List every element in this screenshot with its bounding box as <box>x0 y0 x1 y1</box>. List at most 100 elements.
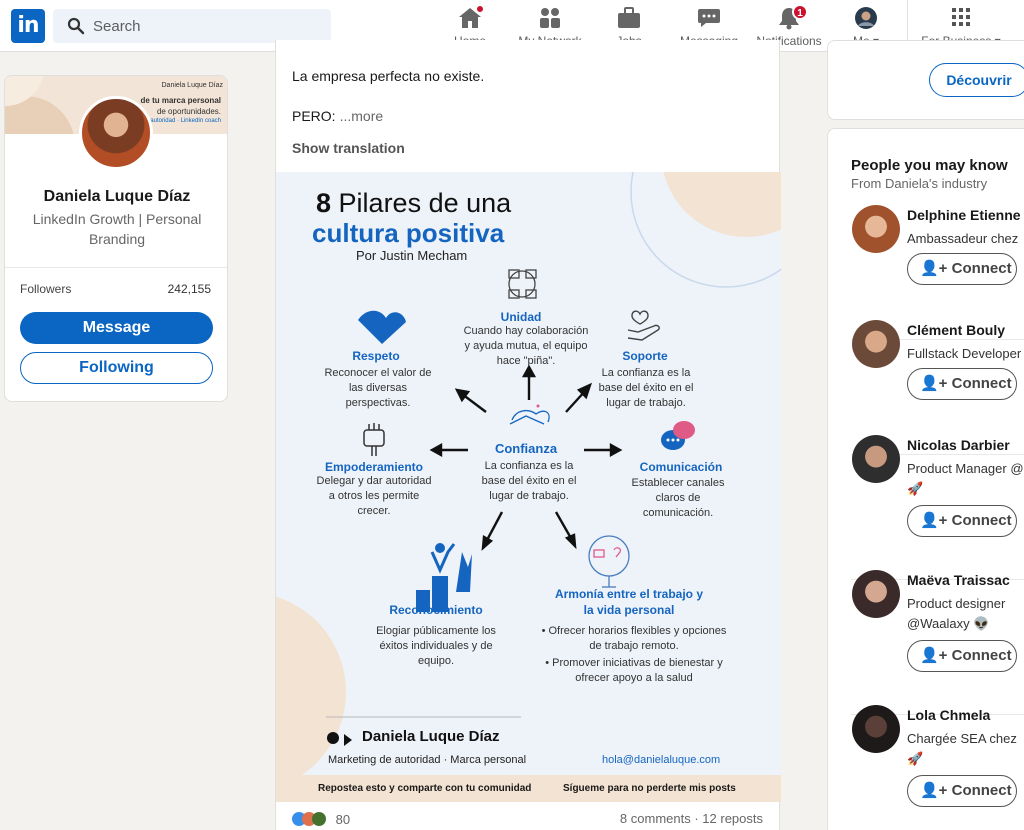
person-name[interactable]: Lola Chmela <box>907 707 990 723</box>
pillar-reconocimiento-title: Reconocimiento <box>389 603 483 617</box>
notifications-badge: 1 <box>792 4 808 20</box>
communication-chat-icon <box>661 421 695 450</box>
feed-post: La empresa perfecta no existe. PERO: ...m… <box>275 40 781 830</box>
profile-name[interactable]: Daniela Luque Díaz <box>5 188 227 206</box>
banner-brand: Daniela Luque Díaz <box>161 82 224 89</box>
connect-button[interactable]: 👤+ Connect <box>907 640 1017 672</box>
reaction-icons <box>292 812 326 826</box>
profile-card: Daniela Luque Díaz de tu marca personal … <box>4 75 228 402</box>
work-life-balance-icon <box>588 535 630 588</box>
pillar-reconocimiento-desc: Elogiar públicamente los éxitos individu… <box>376 625 496 667</box>
divider <box>5 267 227 268</box>
connect-button[interactable]: 👤+ Connect <box>907 775 1017 807</box>
person-name[interactable]: Clément Bouly <box>907 322 1005 338</box>
pillar-unidad-desc: Cuando hay colaboración y ayuda mutua, e… <box>463 325 589 367</box>
infographic-subtitle: cultura positiva <box>312 218 505 248</box>
comments-count[interactable]: 8 comments <box>620 811 691 826</box>
pillar-confianza-title: Confianza <box>494 441 558 456</box>
avatar-icon <box>853 6 879 30</box>
promo-card: Découvrir <box>827 40 1024 120</box>
trust-handshake-icon <box>509 404 550 425</box>
signature-role: Marketing de autoridad · Marca personal <box>328 754 527 766</box>
people-you-may-know: People you may know From Daniela's indus… <box>827 128 1024 830</box>
search-icon <box>67 17 85 35</box>
person-title: Product designer @Waalaxy 👽 <box>907 596 1006 631</box>
connect-button[interactable]: 👤+ Connect <box>907 505 1017 537</box>
unity-icon <box>508 269 537 299</box>
person-title: Product Manager @ 🚀 <box>907 461 1024 496</box>
add-person-icon: 👤+ <box>920 512 948 529</box>
profile-avatar[interactable] <box>79 96 153 170</box>
banner-line2: de oportunidades. <box>156 107 221 116</box>
pillar-comunicacion-desc: Establecer canales claros de comunicació… <box>631 477 725 519</box>
person-title: Ambassadeur chez <box>907 231 1019 246</box>
connect-button[interactable]: 👤+ Connect <box>907 368 1017 400</box>
bell-icon: 1 <box>776 4 808 30</box>
discover-button[interactable]: Découvrir <box>929 63 1024 97</box>
banner-line1: de tu marca personal <box>140 96 221 105</box>
footer-left-text: Repostea esto y comparte con tu comunida… <box>318 783 532 794</box>
person-name[interactable]: Delphine Etienne <box>907 207 1021 223</box>
chat-icon <box>696 6 722 30</box>
infographic-footer: Repostea esto y comparte con tu comunida… <box>276 775 781 802</box>
grid-icon <box>948 6 974 30</box>
reposts-count[interactable]: 12 reposts <box>702 811 763 826</box>
home-dot-badge <box>475 4 485 14</box>
post-text-line2: PERO: ...more <box>292 108 384 124</box>
pillar-empoderamiento-desc: Delegar y dar autoridad a otros les perm… <box>316 475 432 517</box>
recognition-podium-icon <box>416 543 472 612</box>
reaction-count: 80 <box>335 812 351 827</box>
pymk-title: People you may know <box>851 157 1008 174</box>
avatar[interactable] <box>852 435 900 483</box>
pillar-unidad-title: Unidad <box>500 310 542 324</box>
search-input[interactable]: Search <box>53 9 331 43</box>
pillar-confianza-desc: La confianza es la base del éxito en el … <box>481 460 577 502</box>
linkedin-logo[interactable]: in <box>11 9 45 43</box>
pillar-armonia-bullets: • Ofrecer horarios flexibles y opciones … <box>541 625 727 684</box>
respect-handshake-icon <box>358 310 406 344</box>
avatar[interactable] <box>852 570 900 618</box>
post-image-infographic[interactable]: 8 Pilares de una cultura positiva Por Ju… <box>276 172 781 802</box>
show-translation-link[interactable]: Show translation <box>292 140 405 156</box>
post-text-line1: La empresa perfecta no existe. <box>292 68 485 84</box>
person-title: Chargée SEA chez 🚀 <box>907 731 1017 766</box>
search-placeholder: Search <box>93 18 141 35</box>
post-stats: 8 comments · 12 reposts <box>619 811 763 826</box>
add-person-icon: 👤+ <box>920 782 948 799</box>
see-more-link[interactable]: ...more <box>340 108 384 124</box>
reactions-summary[interactable]: 80 <box>292 811 350 827</box>
avatar[interactable] <box>852 705 900 753</box>
pymk-person: Maëva Traissac Product designer @Waalaxy … <box>828 570 1024 715</box>
pillar-respeto-title: Respeto <box>352 349 400 363</box>
home-icon <box>457 4 485 30</box>
add-person-icon: 👤+ <box>920 647 948 664</box>
profile-headline: LinkedIn Growth | Personal Branding <box>32 211 202 247</box>
pillar-soporte-title: Soporte <box>622 349 668 363</box>
pillar-respeto-desc: Reconocer el valor de las diversas persp… <box>324 367 432 409</box>
pymk-subtitle: From Daniela's industry <box>851 176 988 191</box>
support-hand-heart-icon <box>627 310 660 341</box>
pymk-person: Lola Chmela Chargée SEA chez 🚀 👤+ Connect <box>828 705 1024 830</box>
person-name[interactable]: Maëva Traissac <box>907 572 1010 588</box>
person-title: Fullstack Developer <box>907 346 1022 361</box>
empowerment-fist-icon <box>363 423 385 456</box>
signature-email: hola@danielaluque.com <box>602 754 721 766</box>
banner-line3: de autoridad · LinkedIn coach <box>141 118 221 124</box>
message-button[interactable]: Message <box>20 312 213 344</box>
add-person-icon: 👤+ <box>920 375 948 392</box>
infographic-title: 8 Pilares de una <box>316 188 512 218</box>
pymk-person: Nicolas Darbier Product Manager @ 🚀 👤+ Co… <box>828 435 1024 580</box>
avatar[interactable] <box>852 320 900 368</box>
briefcase-icon <box>616 6 642 30</box>
following-button[interactable]: Following <box>20 352 213 384</box>
followers-count: 242,155 <box>167 282 211 296</box>
pillar-soporte-desc: La confianza es la base del éxito en el … <box>598 367 694 409</box>
infographic-author: Por Justin Mecham <box>356 248 468 263</box>
avatar[interactable] <box>852 205 900 253</box>
connect-button[interactable]: 👤+ Connect <box>907 253 1017 285</box>
person-name[interactable]: Nicolas Darbier <box>907 437 1010 453</box>
pillar-armonia-title: Armonía entre el trabajo y la vida perso… <box>554 587 704 617</box>
pillar-comunicacion-title: Comunicación <box>639 460 723 474</box>
signature-name: Daniela Luque Díaz <box>362 728 500 745</box>
network-icon <box>537 6 563 30</box>
